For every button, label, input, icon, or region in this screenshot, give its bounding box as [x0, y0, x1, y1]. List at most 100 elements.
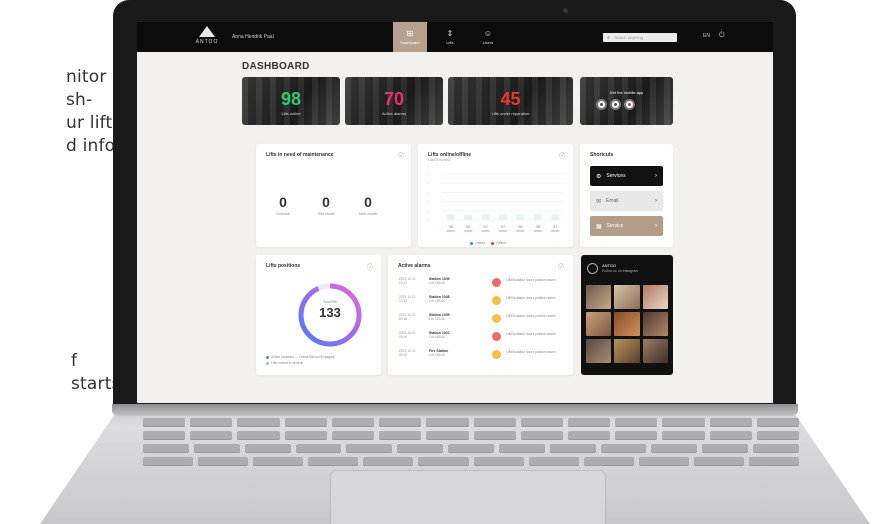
- online-offline-chart-card: Lifts online/offline Last 6 months ⓘ 98 9…: [418, 144, 573, 247]
- alarm-date: 2023-10-01 09:12: [399, 349, 416, 357]
- legend-label: Online: [475, 241, 486, 245]
- keyboard-key: [520, 418, 563, 427]
- chart-bar-online[interactable]: [533, 214, 542, 220]
- keyboard-key: [709, 431, 752, 440]
- chevron-right-icon: ›: [655, 223, 657, 229]
- info-icon[interactable]: ⓘ: [559, 151, 565, 160]
- chart-axis-tick: •: [428, 200, 429, 204]
- nav-lifts[interactable]: ⇕ Lifts: [435, 22, 465, 52]
- stat-card-reparation[interactable]: 45 Lifts under reparation: [448, 77, 573, 125]
- keyboard-key: [198, 457, 249, 466]
- app-download-icon[interactable]: [624, 99, 635, 110]
- gallery-photo[interactable]: [642, 312, 668, 336]
- card-title: Active alarms: [398, 263, 431, 269]
- alarm-row[interactable]: 2023-10-01 09:40 Station 1022 Lift 45A46 Li…: [399, 331, 569, 345]
- gallery-photo[interactable]: [614, 285, 640, 309]
- keyboard-key: [473, 457, 524, 466]
- maintenance-this-month-label: This month: [317, 212, 335, 216]
- chart-axis-tick: •: [428, 209, 429, 213]
- chart-bar-online[interactable]: [446, 214, 455, 220]
- keyboard-row: [143, 444, 799, 453]
- legend-offline: Offline: [491, 241, 506, 245]
- keyboard-key: [709, 418, 752, 427]
- gallery-photo[interactable]: [642, 339, 668, 363]
- alarm-lift: Lift 45A46: [429, 353, 445, 357]
- keyboard-key: [331, 418, 375, 427]
- google-play-icon[interactable]: [610, 99, 621, 110]
- alarm-row[interactable]: 2023-10-01 10:21 Station 1049 Lift 45A46 Li…: [399, 277, 569, 291]
- positions-legend-item: Lifts moved in service: [266, 361, 303, 365]
- keyboard-key: [615, 418, 658, 427]
- gallery-photo[interactable]: [586, 312, 612, 336]
- card-title: Lifts positions: [266, 263, 301, 269]
- shortcut-service-button[interactable]: ▦ Service ›: [590, 216, 663, 236]
- instagram-gallery-card[interactable]: ANTOO Follow us on Instagram: [581, 255, 673, 375]
- shortcut-services-button[interactable]: ⚙ Services ›: [590, 166, 663, 186]
- gallery-photo[interactable]: [614, 339, 640, 363]
- keyboard-key: [528, 457, 579, 466]
- chart-category-label: 98: [518, 224, 523, 229]
- card-title: Shortcuts: [590, 152, 614, 158]
- alarm-location: Station 1039 Lift 45A46: [429, 313, 450, 321]
- keyboard-row: [142, 418, 800, 427]
- lift-positions-card: Lifts positions ⓘ Total lifts 133 Active…: [256, 255, 381, 375]
- keyboard-key: [753, 444, 799, 453]
- language-switch[interactable]: EN: [703, 33, 710, 39]
- brand-logo[interactable]: ANTOO: [187, 26, 227, 45]
- shortcut-email-button[interactable]: ✉ Email ›: [590, 191, 663, 211]
- keyboard-key: [308, 457, 359, 466]
- legend-label: Lifts moved in service: [271, 361, 303, 365]
- keyboard-key: [363, 457, 414, 466]
- chart-bar-online[interactable]: [551, 214, 560, 220]
- alarm-row[interactable]: 2023-10-01 10:15 Station 1048 Lift 45A46 Li…: [399, 295, 569, 309]
- logout-icon[interactable]: ⏻: [719, 32, 725, 40]
- alarm-status-indicator: [492, 314, 501, 323]
- chart-legend: Online Offline: [470, 241, 506, 245]
- stat-card-online[interactable]: 98 Lifts online: [242, 77, 340, 125]
- calendar-icon: ▦: [596, 223, 602, 230]
- laptop-trackpad: [330, 470, 606, 524]
- alarm-description: Lift/Escalator doors position alarm: [506, 332, 556, 336]
- gallery-photo[interactable]: [642, 285, 668, 309]
- keyboard-key: [190, 418, 233, 427]
- alarm-lift: Lift 45A46: [429, 335, 445, 339]
- shortcut-label: Service: [606, 223, 624, 229]
- chart-bar-online[interactable]: [464, 214, 473, 220]
- maintenance-this-month-value: 0: [322, 194, 330, 210]
- chevron-right-icon: ›: [655, 173, 657, 179]
- keyboard-key: [397, 444, 444, 453]
- mobile-app-card[interactable]: Get the mobile app: [580, 77, 673, 125]
- chart-bar-online[interactable]: [481, 214, 490, 220]
- chart-axis-tick: •: [428, 182, 429, 186]
- chart-category-label: 96: [466, 224, 471, 229]
- nav-dashboard[interactable]: ⊞ Dashboard: [393, 22, 427, 52]
- gallery-photo[interactable]: [586, 339, 612, 363]
- info-icon[interactable]: ⓘ: [398, 151, 404, 160]
- keyboard-key: [295, 444, 342, 453]
- gallery-photo[interactable]: [586, 285, 612, 309]
- alarm-row[interactable]: 2023-10-01 09:12 Fire Station Lift 45A46 Li…: [399, 349, 569, 363]
- nav-users[interactable]: ☺ Users: [473, 22, 503, 52]
- laptop-hinge: [112, 404, 798, 416]
- keyboard-key: [426, 431, 469, 440]
- app-store-icon[interactable]: [596, 99, 607, 110]
- info-icon[interactable]: ⓘ: [367, 262, 373, 271]
- chart-category-label: 97: [553, 224, 558, 229]
- alarm-date: 2023-10-01 09:40: [399, 331, 416, 339]
- shortcut-label: Email: [606, 198, 619, 204]
- keyboard-key: [418, 457, 469, 466]
- info-icon[interactable]: ⓘ: [558, 262, 564, 271]
- keyboard-key: [756, 431, 800, 440]
- keyboard-key: [379, 418, 422, 427]
- nav-label: Users: [482, 40, 494, 45]
- search-input[interactable]: ⌕ Search anything: [603, 33, 677, 42]
- chart-bar-online[interactable]: [499, 214, 507, 220]
- wrench-icon: ⚙: [596, 173, 602, 180]
- stat-card-alarms[interactable]: 70 Active alarms: [345, 77, 443, 125]
- online-offline-bar-chart: 98 96 97 97 98 98 97 • • • • • •: [428, 173, 564, 232]
- mail-icon: ✉: [596, 198, 602, 205]
- nav-label: Lifts: [446, 40, 454, 45]
- gallery-photo[interactable]: [614, 312, 640, 336]
- alarm-row[interactable]: 2023-10-01 09:58 Station 1039 Lift 45A46 Li…: [399, 313, 569, 327]
- chart-bar-online[interactable]: [516, 214, 525, 220]
